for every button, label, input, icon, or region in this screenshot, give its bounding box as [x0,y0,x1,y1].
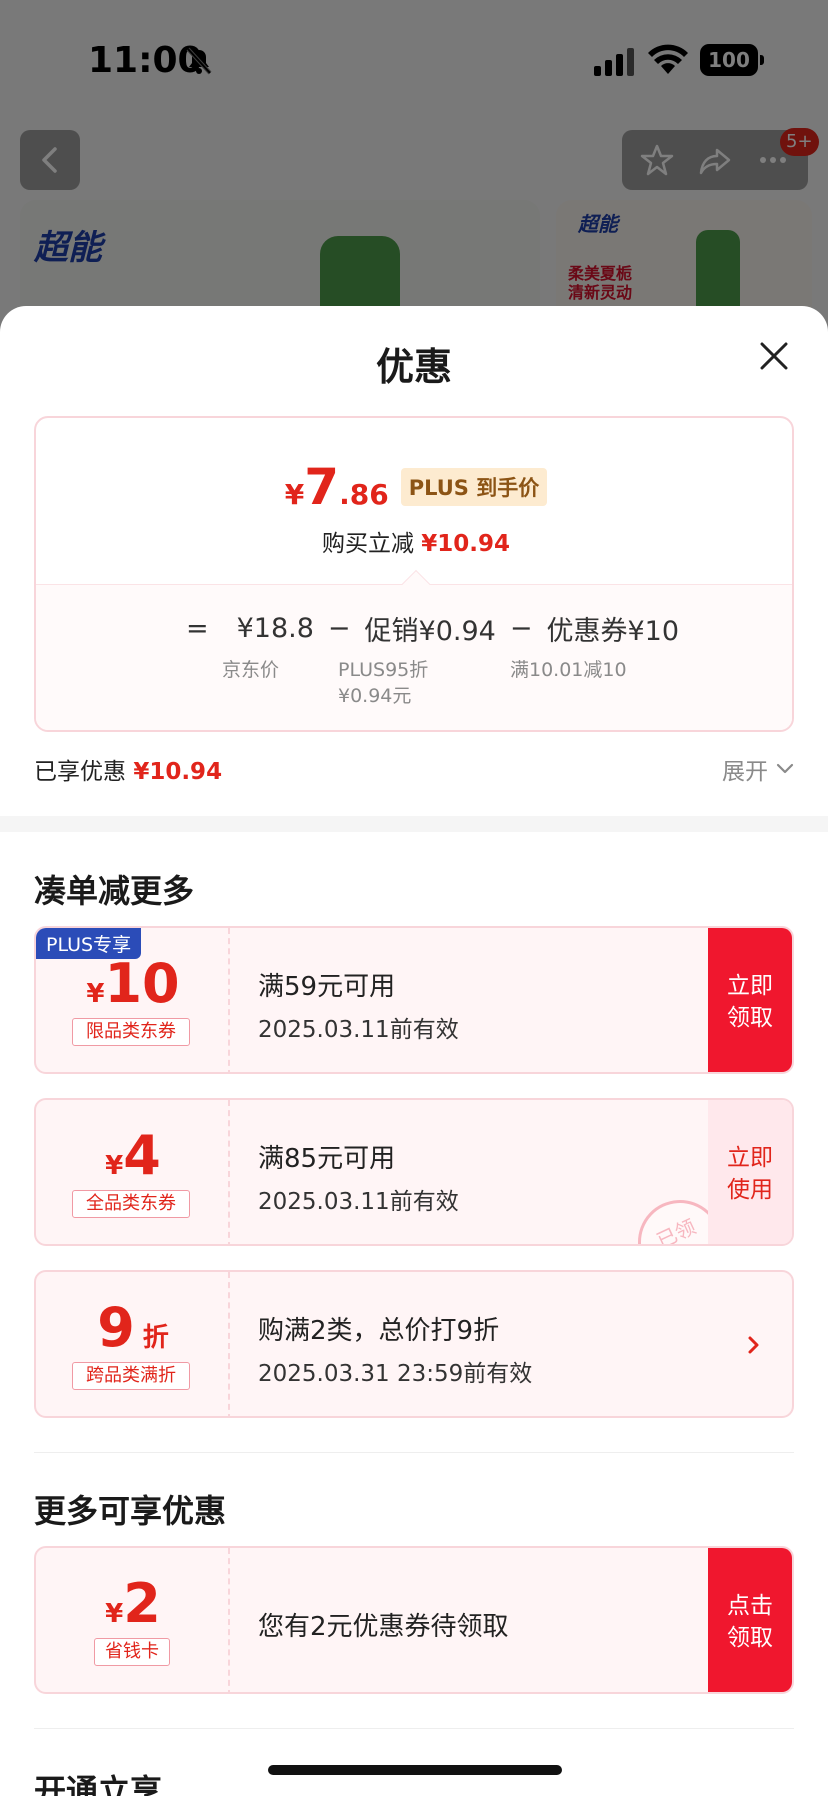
coupon-type-tag: 跨品类满折 [72,1362,190,1390]
coupon-value: 4 [123,1124,161,1187]
instant-discount-label: 购买立减 [321,531,414,557]
expand-label: 展开 [722,759,768,785]
chevron-down-icon [776,763,794,774]
instant-discount: 购买立减 ¥10.94 [36,524,792,558]
price-currency: ¥ [284,478,305,511]
coupon-currency: ¥ [105,1151,124,1181]
claim-saving-card-label: 点击领取 [727,1593,773,1651]
coupon-condition: 购满2类，总价打9折 [258,1316,500,1346]
coupon-card: ¥10 限品类东券 PLUS专享 满59元可用 2025.03.11前有效 立即… [34,926,794,1074]
section-divider [0,816,828,832]
formula-coupon: 优惠券¥10 [546,616,680,647]
price-breakdown-card: ¥ 7 .86 PLUS 到手价 购买立减 ¥10.94 = ¥18.8 − 促… [34,416,794,732]
coupon-value: 9 [97,1296,135,1359]
plus-exclusive-badge: PLUS专享 [36,928,142,959]
coupon-amount: ¥2 [36,1572,230,1635]
discount-sheet: 优惠 ¥ 7 .86 PLUS 到手价 购买立减 ¥10.94 = ¥18.8 … [0,306,828,1796]
coupon-currency: ¥ [86,979,105,1009]
coupon-value: 10 [104,952,180,1015]
sheet-title: 优惠 [375,345,452,389]
price-formula: = ¥18.8 − 促销¥0.94 − 优惠券¥10 [186,609,679,648]
formula-jd-price: ¥18.8 [236,613,314,644]
formula-minus-2: − [509,613,533,644]
plus-price-tag: PLUS 到手价 [400,468,548,506]
close-icon[interactable] [756,338,792,374]
formula-minus-1: − [327,613,351,644]
promo-label: PLUS95折 ¥0.94元 [338,657,428,709]
price-integer: 7 [304,458,340,516]
divider [34,1728,794,1729]
enjoyed-discount: 已享优惠 ¥10.94 [34,752,222,786]
section-title-open: 开通立享 [34,1772,163,1796]
formula-equals: = [186,613,209,644]
section-title-more: 凑单减更多 [34,872,195,910]
coupon-amount: ¥10 [36,952,230,1015]
promo-label-line-2: ¥0.94元 [338,685,412,707]
section-title-extra: 更多可享优惠 [34,1492,227,1530]
home-indicator[interactable] [268,1765,562,1775]
coupon-unit: 折 [142,1323,169,1353]
coupon-card[interactable]: 9折 跨品类满折 购满2类，总价打9折 2025.03.31 23:59前有效 [34,1270,794,1418]
saving-card-coupon: ¥2 省钱卡 您有2元优惠券待领取 点击领取 [34,1546,794,1694]
coupon-expiry: 2025.03.11前有效 [258,1189,459,1215]
coupon-condition: 满59元可用 [258,972,396,1002]
coupon-value-area: ¥2 省钱卡 [36,1548,230,1692]
coupon-value-area: ¥4 全品类东券 [36,1100,230,1244]
claim-saving-card-button[interactable]: 点击领取 [708,1548,792,1692]
coupon-expiry: 2025.03.11前有效 [258,1017,459,1043]
coupon-expiry: 2025.03.31 23:59前有效 [258,1361,533,1387]
claim-coupon-button[interactable]: 立即领取 [708,928,792,1072]
coupon-amount: 9折 [36,1296,230,1359]
coupon-type-tag: 限品类东券 [72,1018,190,1046]
coupon-value: 2 [123,1572,161,1635]
divider [34,1452,794,1453]
coupon-type-tag: 全品类东券 [72,1190,190,1218]
use-coupon-label: 立即使用 [727,1145,773,1203]
price-decimal: .86 [339,478,389,511]
expand-button[interactable]: 展开 [722,752,794,786]
formula-promo: 促销¥0.94 [364,616,496,647]
claim-coupon-label: 立即领取 [727,973,773,1031]
coupon-amount: ¥4 [36,1124,230,1187]
jd-price-label: 京东价 [222,659,280,681]
coupon-currency: ¥ [105,1599,124,1629]
coupon-type-tag: 省钱卡 [94,1638,170,1666]
use-coupon-button[interactable]: 立即使用 [708,1100,792,1244]
coupon-card: ¥4 全品类东券 满85元可用 2025.03.11前有效 已领 立即使用 [34,1098,794,1246]
final-price: ¥ 7 .86 PLUS 到手价 [36,458,792,516]
enjoyed-label: 已享优惠 [34,759,126,785]
promo-label-line-1: PLUS95折 [338,659,429,681]
coupon-condition: 您有2元优惠券待领取 [258,1612,509,1642]
coupon-condition: 满85元可用 [258,1144,396,1174]
enjoyed-amount: ¥10.94 [133,759,223,785]
instant-discount-amount: ¥10.94 [421,531,511,557]
final-price-section: ¥ 7 .86 PLUS 到手价 购买立减 ¥10.94 [36,418,792,584]
coupon-label: 满10.01减10 [510,659,627,681]
coupon-value-area: 9折 跨品类满折 [36,1272,230,1416]
chevron-right-icon [748,1336,759,1354]
price-formula-section: = ¥18.8 − 促销¥0.94 − 优惠券¥10 京东价 PLUS95折 ¥… [36,584,792,730]
